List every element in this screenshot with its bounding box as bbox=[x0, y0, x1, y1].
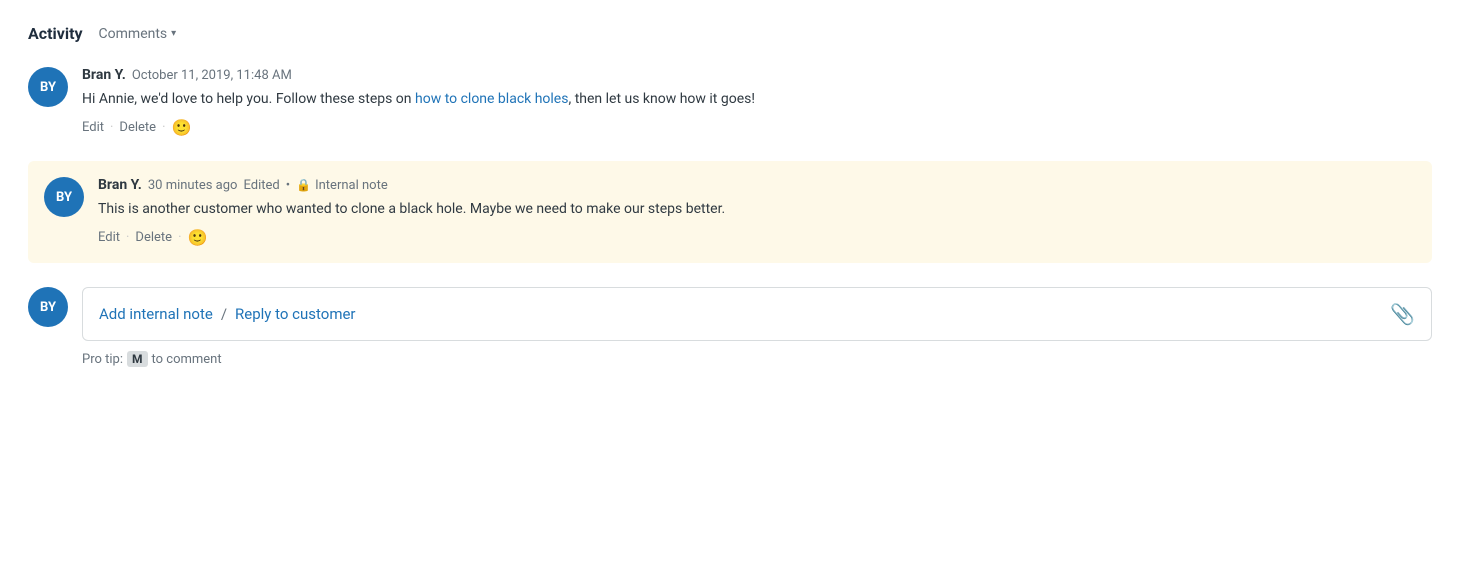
edit-button[interactable]: Edit bbox=[82, 120, 104, 135]
comment-timestamp: 30 minutes ago bbox=[148, 178, 238, 193]
attachment-icon[interactable]: 📎 bbox=[1390, 302, 1415, 326]
comments-dropdown[interactable]: Comments ▾ bbox=[99, 26, 177, 42]
comment-text: Hi Annie, we'd love to help you. Follow … bbox=[82, 89, 1432, 110]
comment-body: Bran Y. 30 minutes ago Edited • 🔒 Intern… bbox=[98, 177, 1416, 247]
internal-note-badge: 🔒 Internal note bbox=[296, 178, 388, 193]
avatar: BY bbox=[44, 177, 84, 217]
delete-button[interactable]: Delete bbox=[135, 230, 172, 245]
pro-tip-prefix: Pro tip: bbox=[82, 352, 123, 367]
comment-body: Bran Y. October 11, 2019, 11:48 AM Hi An… bbox=[82, 67, 1432, 137]
separator: · bbox=[110, 120, 113, 135]
author-name: Bran Y. bbox=[98, 177, 142, 193]
avatar: BY bbox=[28, 67, 68, 107]
chevron-down-icon: ▾ bbox=[171, 28, 176, 39]
separator: · bbox=[126, 230, 129, 245]
add-internal-note-label[interactable]: Add internal note bbox=[99, 305, 213, 323]
delete-button[interactable]: Delete bbox=[119, 120, 156, 135]
clone-black-holes-link[interactable]: how to clone black holes bbox=[415, 91, 568, 107]
edit-button[interactable]: Edit bbox=[98, 230, 120, 245]
pro-tip-suffix: to comment bbox=[152, 352, 222, 367]
activity-header: Activity Comments ▾ bbox=[28, 24, 1432, 43]
separator: · bbox=[162, 120, 165, 135]
emoji-icon[interactable]: 🙂 bbox=[171, 118, 191, 137]
reply-to-customer-label[interactable]: Reply to customer bbox=[235, 305, 356, 323]
comment-meta: Bran Y. 30 minutes ago Edited • 🔒 Intern… bbox=[98, 177, 1416, 193]
comment-actions: Edit · Delete · 🙂 bbox=[98, 228, 1416, 247]
comment-item: BY Bran Y. October 11, 2019, 11:48 AM Hi… bbox=[28, 67, 1432, 137]
reply-input-wrapper[interactable]: Add internal note / Reply to customer 📎 bbox=[82, 287, 1432, 341]
avatar: BY bbox=[28, 287, 68, 327]
comment-timestamp: October 11, 2019, 11:48 AM bbox=[132, 68, 292, 83]
separator: / bbox=[221, 305, 227, 323]
reply-area: BY Add internal note / Reply to customer… bbox=[28, 287, 1432, 341]
internal-note-label: Internal note bbox=[315, 178, 388, 193]
activity-title: Activity bbox=[28, 24, 83, 43]
comment-actions: Edit · Delete · 🙂 bbox=[82, 118, 1432, 137]
pro-tip: Pro tip: M to comment bbox=[82, 351, 1432, 367]
edited-badge: Edited bbox=[243, 178, 279, 193]
emoji-icon[interactable]: 🙂 bbox=[187, 228, 207, 247]
reply-placeholder: Add internal note / Reply to customer bbox=[99, 305, 356, 323]
lock-icon: 🔒 bbox=[296, 178, 311, 192]
internal-note-item: BY Bran Y. 30 minutes ago Edited • 🔒 Int… bbox=[28, 161, 1432, 263]
separator: · bbox=[178, 230, 181, 245]
dot-separator: • bbox=[286, 178, 290, 193]
keyboard-shortcut-badge: M bbox=[127, 351, 148, 367]
comments-label: Comments bbox=[99, 26, 168, 42]
comment-text: This is another customer who wanted to c… bbox=[98, 199, 1416, 220]
author-name: Bran Y. bbox=[82, 67, 126, 83]
comment-meta: Bran Y. October 11, 2019, 11:48 AM bbox=[82, 67, 1432, 83]
